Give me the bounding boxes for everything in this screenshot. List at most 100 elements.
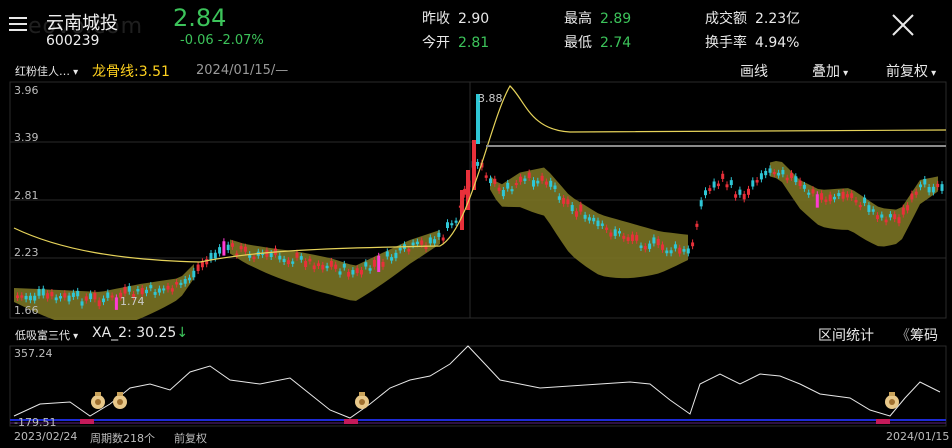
candle-body — [837, 193, 841, 197]
candle-body — [678, 247, 682, 254]
candle-body — [299, 256, 303, 260]
candle-body — [867, 205, 871, 212]
candle-body — [390, 257, 394, 261]
candle-body — [742, 193, 746, 200]
money-bag-icon — [113, 392, 127, 409]
candle-body — [415, 241, 419, 245]
candle-body — [46, 293, 50, 299]
candle-body — [738, 189, 742, 195]
candle-body — [768, 168, 772, 173]
candle-body — [884, 219, 888, 223]
down-arrow-icon: ↓ — [176, 325, 189, 341]
candle-body — [304, 261, 308, 268]
candle-body — [454, 220, 458, 223]
candle-body — [622, 235, 626, 239]
candle-body — [351, 270, 355, 275]
candle-body — [716, 183, 720, 187]
money-bag-icon — [355, 392, 369, 409]
quote-high: 最高 2.89 — [564, 11, 632, 27]
candle-body — [71, 292, 75, 297]
close-icon[interactable] — [890, 12, 916, 38]
candle-body — [334, 264, 338, 269]
candle-body — [833, 196, 836, 200]
kline-chart[interactable] — [0, 80, 952, 320]
indicator-chart[interactable] — [0, 344, 952, 428]
candle-body — [20, 295, 24, 298]
dragon-bone-line-value: 龙骨线:3.51 — [92, 64, 170, 80]
candle-body — [523, 178, 527, 181]
candle-body — [269, 253, 273, 258]
candle-body — [570, 205, 574, 212]
candle-body — [372, 259, 376, 267]
candle-body — [880, 214, 884, 218]
candle-body — [398, 247, 402, 251]
candle-body — [446, 222, 449, 229]
candle-body — [437, 232, 441, 237]
main-indicator-select[interactable]: 红粉佳人… — [15, 63, 78, 79]
candle-body — [536, 180, 540, 184]
candle-body — [562, 198, 566, 204]
candle-body — [153, 292, 157, 295]
candle-body — [291, 261, 295, 264]
candle-body — [600, 223, 604, 226]
candle-body — [476, 161, 480, 166]
candle-body — [764, 170, 768, 176]
menu-icon[interactable] — [8, 14, 28, 34]
candle-body — [364, 262, 368, 267]
candle-body — [381, 261, 385, 267]
candle-body — [532, 180, 535, 187]
cloud-segment — [14, 264, 194, 320]
price-label-4: 2.23 — [14, 246, 39, 259]
candle-body — [549, 180, 553, 187]
draw-line-button[interactable]: 画线 — [740, 61, 768, 81]
candle-body — [923, 178, 927, 185]
candle-body — [910, 193, 914, 200]
change-percent: -2.07% — [217, 33, 264, 48]
candle-body — [450, 223, 454, 226]
candle-body — [798, 180, 802, 187]
candle-body — [282, 258, 286, 263]
candle-body — [37, 289, 41, 296]
start-date: 2023/02/24 — [14, 430, 78, 443]
candle-body — [781, 169, 785, 175]
candle-body — [484, 175, 488, 178]
candle-body — [67, 295, 71, 302]
candle-body — [527, 172, 531, 179]
price-label-3: 2.81 — [14, 189, 39, 202]
chips-button[interactable]: 《筹码 — [896, 325, 938, 345]
candle-body — [355, 268, 359, 274]
candle-body — [751, 180, 755, 187]
adjust-button[interactable]: 前复权 — [886, 61, 936, 81]
candle-body — [347, 271, 351, 277]
candle-body — [665, 250, 669, 254]
candle-body — [102, 298, 105, 303]
candle-body — [441, 237, 445, 241]
candle-body — [252, 256, 256, 260]
candle-body — [630, 234, 634, 242]
candle-body — [708, 188, 712, 191]
candle-body — [368, 268, 372, 271]
candle-body — [278, 255, 282, 260]
candle-body — [906, 205, 910, 211]
candle-body — [136, 288, 140, 292]
candle-body — [777, 172, 781, 176]
candle-body — [308, 258, 312, 262]
candle-body — [89, 293, 93, 300]
interval-stats-button[interactable]: 区间统计 — [818, 325, 874, 345]
price-label-bottom: 1.66 — [14, 304, 39, 317]
money-bag-icon — [885, 392, 899, 409]
candle-body — [286, 260, 290, 265]
candle-body — [76, 290, 80, 297]
candle-body — [63, 293, 67, 298]
candle-body — [815, 194, 819, 208]
candle-body — [863, 197, 867, 204]
candle-body — [123, 287, 127, 294]
candle-body — [188, 277, 191, 281]
low-signal-mark — [876, 419, 890, 424]
candle-body — [243, 246, 247, 252]
candle-body — [407, 249, 411, 252]
sub-indicator-select[interactable]: 低吸富三代 — [15, 327, 78, 343]
candle-body — [811, 189, 815, 194]
overlay-button[interactable]: 叠加 — [812, 61, 848, 81]
period-count: 周期数218个 — [90, 432, 155, 445]
